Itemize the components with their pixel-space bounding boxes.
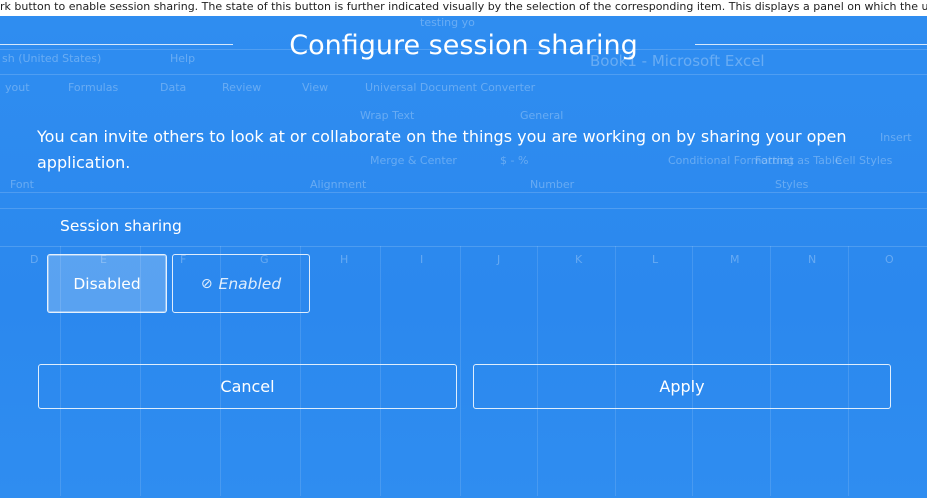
cancel-button[interactable]: Cancel (38, 364, 457, 409)
background-group-number: Number (530, 178, 575, 191)
ban-icon: ⊘ (200, 275, 213, 292)
background-tab-5: Universal Document Converter (365, 81, 536, 94)
background-col-k: K (575, 253, 583, 266)
enabled-option-button[interactable]: ⊘ Enabled (172, 254, 310, 313)
background-insert: Insert (880, 131, 912, 144)
session-sharing-label: Session sharing (60, 217, 182, 235)
dialog-title: Configure session sharing (289, 30, 638, 61)
background-col-m: M (730, 253, 740, 266)
disabled-option-button[interactable]: Disabled (47, 254, 167, 313)
background-wrap-text: Wrap Text (360, 109, 415, 122)
background-group-alignment: Alignment (310, 178, 367, 191)
background-col-h: H (340, 253, 349, 266)
background-col-n: N (808, 253, 817, 266)
background-group-font: Font (10, 178, 34, 191)
cancel-button-label: Cancel (220, 377, 275, 396)
background-tab-1: Formulas (68, 81, 119, 94)
apply-button[interactable]: Apply (473, 364, 891, 409)
session-sharing-dialog: testing yo sh (United States) Help Book1… (0, 16, 927, 498)
background-col-l: L (652, 253, 659, 266)
background-tab-3: Review (222, 81, 262, 94)
background-col-o: O (885, 253, 894, 266)
disabled-option-label: Disabled (73, 274, 141, 293)
apply-button-label: Apply (659, 377, 705, 396)
page-caption: rk button to enable session sharing. The… (0, 0, 927, 16)
enabled-option-label: Enabled (218, 274, 282, 293)
background-window-title: testing yo (420, 16, 475, 29)
background-group-styles: Styles (775, 178, 809, 191)
dialog-description: You can invite others to look at or coll… (37, 127, 847, 172)
background-col-d: D (30, 253, 39, 266)
background-tab-0: yout (5, 81, 30, 94)
background-tab-4: View (302, 81, 329, 94)
background-general: General (520, 109, 564, 122)
background-col-j: J (497, 253, 501, 266)
background-tab-2: Data (160, 81, 187, 94)
background-col-i: I (420, 253, 424, 266)
